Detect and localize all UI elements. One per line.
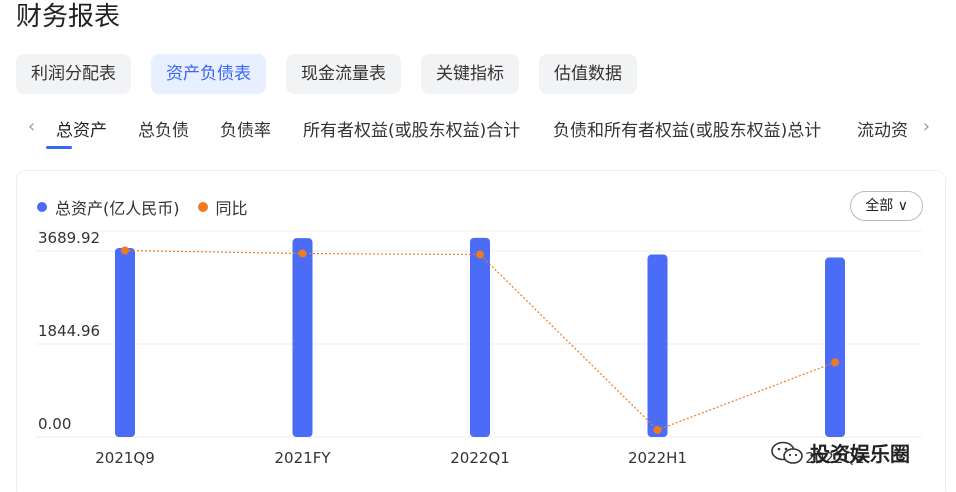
bar [470,237,490,437]
bar [115,247,135,437]
x-tick-label: 2022H1 [628,449,687,467]
line-point [298,249,307,258]
y-tick-label: 1844.96 [38,322,100,340]
watermark: 投资娱乐圈 [770,438,910,467]
bar [292,238,313,437]
watermark-text: 投资娱乐圈 [810,442,910,466]
bar [647,254,668,437]
line-point [831,358,839,367]
line-point [476,250,484,259]
y-tick-label: 3689.92 [38,229,100,247]
y-tick-label: 0.00 [38,415,71,433]
chart-plot: 3689.92 1844.96 0.00 2021Q9 2021FY 2022Q1 2022… [36,229,922,467]
bar [825,257,845,437]
line-point [121,246,129,255]
line-point [653,425,662,434]
x-tick-label: 2021FY [275,449,332,467]
wechat-icon [771,441,803,464]
x-tick-label: 2022Q1 [450,449,510,467]
x-tick-label: 2021Q9 [95,449,155,467]
